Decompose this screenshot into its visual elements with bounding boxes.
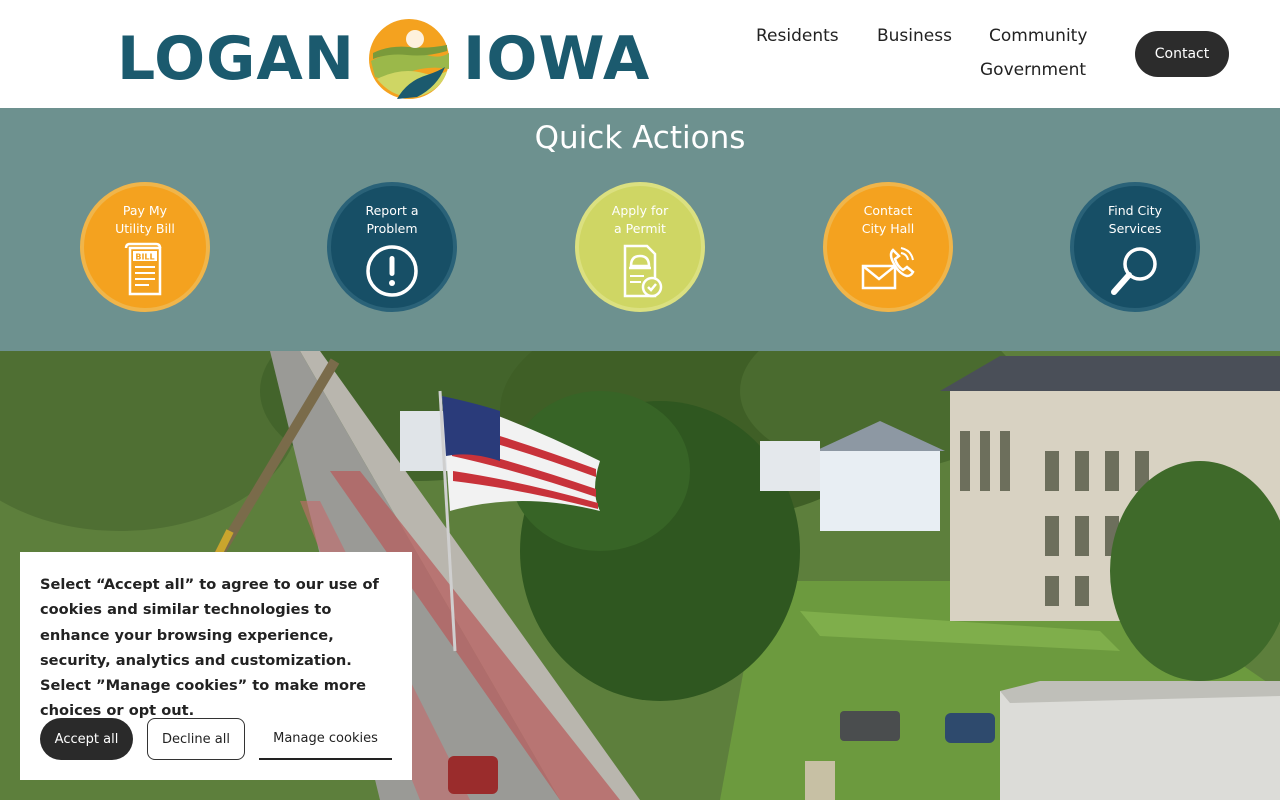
quick-action-apply-permit[interactable]: Apply for a Permit bbox=[575, 182, 705, 312]
logo-text-logan: LOGAN bbox=[117, 24, 355, 94]
site-header: LOGAN IOWA Residents Business Community … bbox=[0, 0, 1280, 108]
nav-residents[interactable]: Residents bbox=[756, 26, 839, 46]
decline-all-button[interactable]: Decline all bbox=[147, 718, 245, 760]
nav-government[interactable]: Government bbox=[980, 60, 1086, 80]
quick-action-label: Pay My Utility Bill bbox=[115, 203, 175, 236]
nav-business[interactable]: Business bbox=[877, 26, 952, 46]
quick-action-label: Report a Problem bbox=[365, 203, 419, 236]
quick-action-label: Contact City Hall bbox=[861, 203, 915, 236]
quick-action-report-problem[interactable]: Report a Problem bbox=[327, 182, 457, 312]
site-logo[interactable]: LOGAN IOWA bbox=[117, 14, 651, 104]
magnifier-icon bbox=[1111, 247, 1157, 295]
quick-action-pay-utility-bill[interactable]: Pay My Utility Bill BILL bbox=[80, 182, 210, 312]
permit-document-icon bbox=[623, 244, 663, 298]
quick-action-label: Find City Services bbox=[1107, 203, 1163, 236]
accept-all-button[interactable]: Accept all bbox=[40, 718, 133, 760]
quick-action-find-city-services[interactable]: Find City Services bbox=[1070, 182, 1200, 312]
quick-action-label: Apply for a Permit bbox=[611, 203, 669, 236]
logo-landscape-icon bbox=[369, 19, 449, 99]
cookie-consent-text: Select “Accept all” to agree to our use … bbox=[40, 576, 379, 720]
cookie-consent-banner: Select “Accept all” to agree to our use … bbox=[20, 552, 412, 780]
envelope-phone-icon bbox=[861, 247, 915, 290]
bill-scroll-icon: BILL bbox=[124, 242, 162, 296]
quick-action-contact-city-hall[interactable]: Contact City Hall bbox=[823, 182, 953, 312]
contact-button[interactable]: Contact bbox=[1135, 31, 1229, 77]
exclamation-circle-icon bbox=[366, 245, 418, 297]
logo-text-iowa: IOWA bbox=[463, 24, 651, 94]
manage-cookies-button[interactable]: Manage cookies bbox=[259, 718, 392, 760]
bill-icon-text: BILL bbox=[135, 253, 154, 262]
main-nav: Residents Business Community Government bbox=[740, 20, 1100, 90]
quick-actions-section: Quick Actions Pay My Utility Bill BILL R… bbox=[0, 108, 1280, 351]
quick-actions-title: Quick Actions bbox=[534, 120, 746, 156]
nav-community[interactable]: Community bbox=[989, 26, 1087, 46]
cookie-actions: Accept all Decline all Manage cookies bbox=[40, 718, 392, 760]
